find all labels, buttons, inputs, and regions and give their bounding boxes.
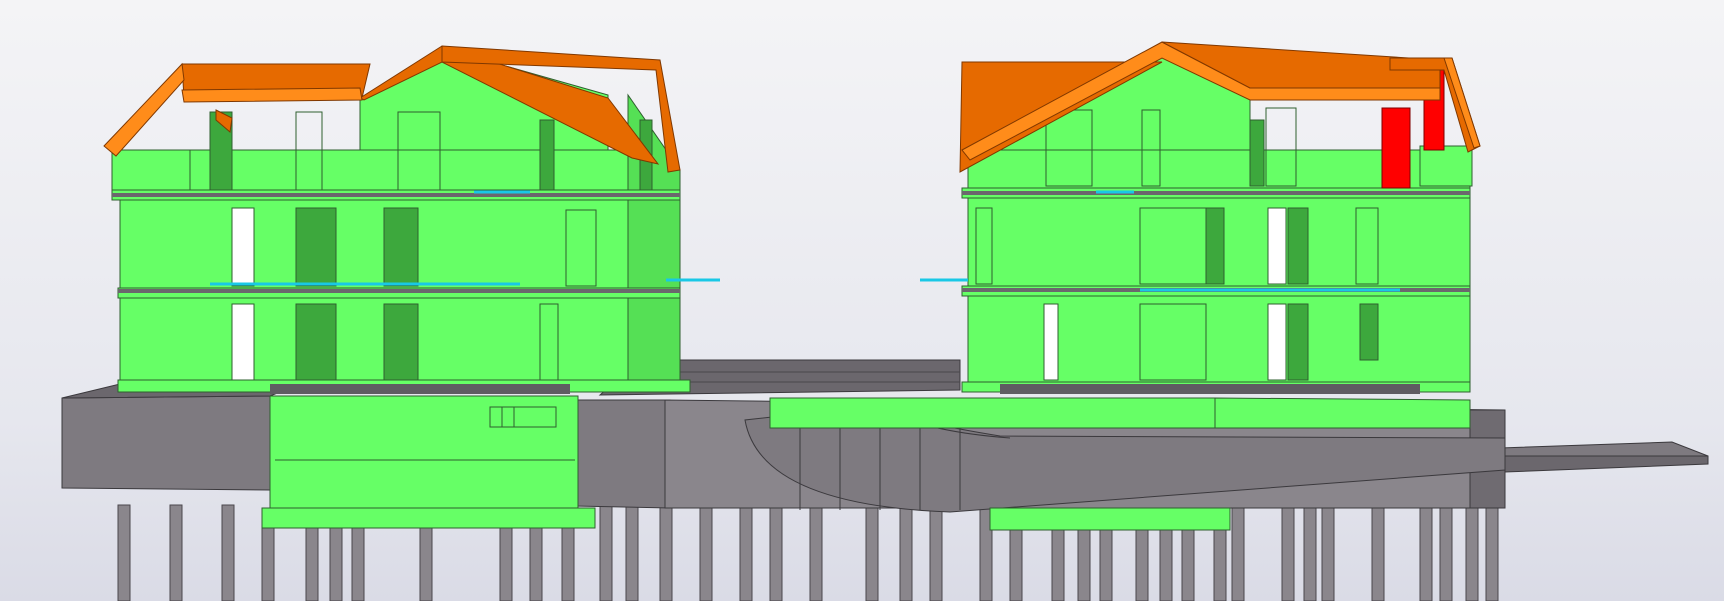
pile[interactable] [659,504,673,601]
pile[interactable] [1077,527,1091,601]
pile[interactable] [1009,527,1023,601]
pile[interactable] [809,504,823,601]
pile[interactable] [1281,504,1295,601]
pile[interactable] [1321,504,1335,601]
pile[interactable] [1135,527,1149,601]
basement-block-left[interactable] [261,395,596,529]
pile[interactable] [1213,527,1227,601]
pile[interactable] [117,504,131,601]
pile[interactable] [1303,504,1317,601]
pile[interactable] [865,504,879,601]
pile[interactable] [1159,527,1173,601]
pile[interactable] [499,524,513,601]
pile[interactable] [625,504,639,601]
selected-element[interactable] [1381,107,1411,189]
pile[interactable] [1371,504,1385,601]
pile[interactable] [1465,504,1479,601]
pile[interactable] [529,524,543,601]
3d-model-scene[interactable] [0,0,1724,601]
pile[interactable] [1099,527,1113,601]
pile[interactable] [929,504,943,601]
pile[interactable] [221,504,235,601]
pile[interactable] [351,524,365,601]
pile[interactable] [419,524,433,601]
pile[interactable] [1181,527,1195,601]
pile[interactable] [599,504,613,601]
pile[interactable] [1231,504,1245,601]
pile[interactable] [1419,504,1433,601]
pile[interactable] [1051,527,1065,601]
pile[interactable] [329,524,343,601]
model-viewport[interactable] [0,0,1724,601]
pile[interactable] [169,504,183,601]
pile[interactable] [699,504,713,601]
pile[interactable] [769,504,783,601]
pile[interactable] [1439,504,1453,601]
pile[interactable] [305,524,319,601]
pile[interactable] [739,504,753,601]
pile[interactable] [899,504,913,601]
pile[interactable] [261,524,275,601]
pile[interactable] [561,524,575,601]
pile[interactable] [1485,504,1499,601]
